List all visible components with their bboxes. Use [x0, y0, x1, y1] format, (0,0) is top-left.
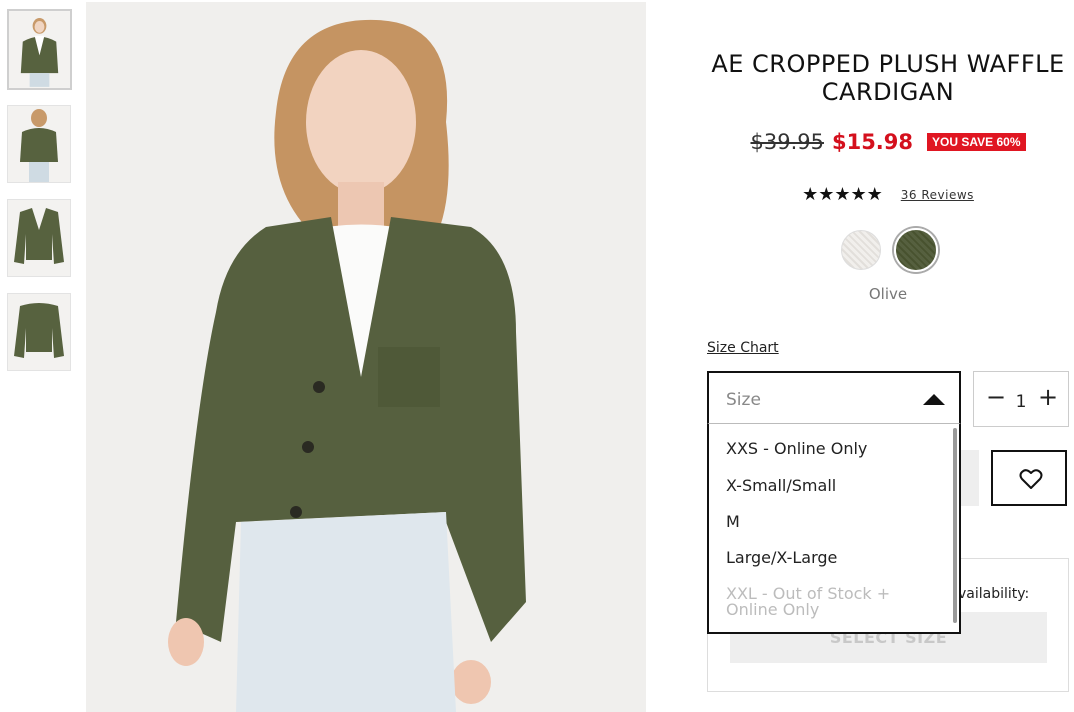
- thumbnail-flat-back[interactable]: [7, 293, 71, 371]
- color-swatches: [838, 228, 942, 272]
- size-option-l-xl[interactable]: Large/X-Large: [726, 549, 936, 567]
- dropdown-scrollbar[interactable]: [953, 428, 957, 623]
- thumbnail-back-model[interactable]: [7, 105, 71, 183]
- product-title: AE CROPPED PLUSH WAFFLE CARDIGAN: [711, 50, 1065, 106]
- rating-stars-icon: ★★★★★: [802, 184, 883, 205]
- reviews-link[interactable]: 36 Reviews: [901, 188, 974, 202]
- selected-color-label: Olive: [868, 285, 908, 303]
- color-swatch-olive[interactable]: [894, 228, 938, 272]
- thumbnail-flat-front[interactable]: [7, 199, 71, 277]
- thumbnail-front-model[interactable]: [7, 9, 72, 90]
- size-option-xxs[interactable]: XXS - Online Only: [726, 440, 936, 458]
- size-dropdown-list: XXS - Online Only X-Small/Small M Large/…: [707, 423, 961, 634]
- caret-up-icon: [923, 394, 945, 405]
- size-select[interactable]: Size: [707, 371, 961, 427]
- price-row: $39.95 $15.98 YOU SAVE 60%: [700, 130, 1074, 154]
- quantity-stepper: − 1 +: [973, 371, 1069, 427]
- savings-badge: YOU SAVE 60%: [927, 133, 1026, 151]
- size-option-m[interactable]: M: [726, 513, 936, 531]
- rating-row: ★★★★★ 36 Reviews: [700, 184, 1074, 205]
- size-select-placeholder: Size: [726, 390, 761, 410]
- size-option-xs-s[interactable]: X-Small/Small: [726, 477, 936, 495]
- quantity-decrease-button[interactable]: −: [986, 383, 1006, 411]
- product-page: AE CROPPED PLUSH WAFFLE CARDIGAN $39.95 …: [0, 0, 1074, 712]
- size-option-xxl: XXL - Out of Stock + Online Only: [726, 584, 891, 619]
- color-swatch-cream[interactable]: [841, 230, 881, 270]
- original-price: $39.95: [750, 130, 824, 154]
- heart-icon: [1019, 469, 1043, 489]
- wishlist-button[interactable]: [991, 450, 1067, 506]
- quantity-value: 1: [1015, 392, 1027, 412]
- main-product-image[interactable]: [86, 2, 646, 712]
- quantity-increase-button[interactable]: +: [1038, 383, 1058, 411]
- sale-price: $15.98: [831, 130, 914, 154]
- size-chart-link[interactable]: Size Chart: [707, 340, 779, 356]
- store-availability-label: vailability:: [958, 586, 1030, 602]
